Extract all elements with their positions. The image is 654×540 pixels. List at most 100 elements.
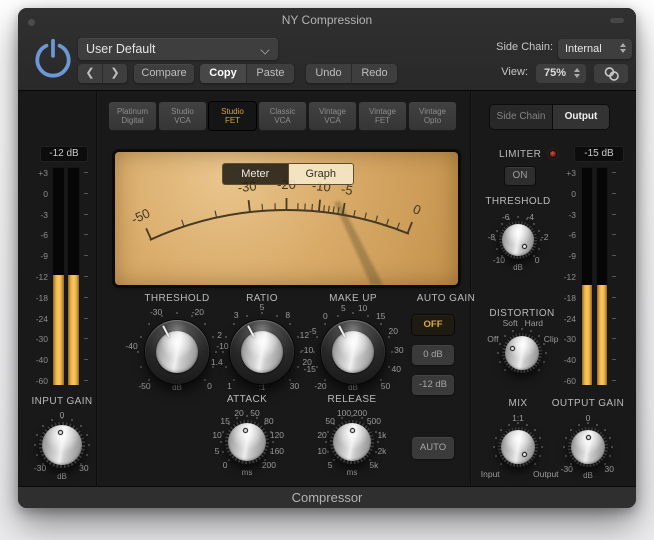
knob-tick-dot (504, 335, 506, 337)
knob-tick-dot (222, 351, 224, 353)
knob-tick-dot (212, 366, 214, 368)
meter-tick (612, 234, 616, 235)
meter-scale-label: +3 (28, 168, 48, 178)
meter-scale-label: -30 (556, 334, 576, 344)
tab-vintage-opto[interactable]: VintageOpto (408, 101, 457, 131)
knob-tick-dot (261, 312, 263, 314)
ratio-knob[interactable] (230, 320, 294, 384)
tab-studio-fet[interactable]: StudioFET (208, 101, 257, 131)
ratio-scale-label: 5 (245, 302, 279, 312)
paste-button[interactable]: Paste (246, 64, 294, 83)
plugin-name-bar: Compressor (18, 486, 636, 508)
vu-tick (386, 219, 388, 226)
knob-tick-dot (246, 415, 248, 417)
side-chain-dropdown[interactable]: Internal (558, 39, 632, 59)
tab-platinum-digital[interactable]: PlatinumDigital (108, 101, 157, 131)
auto-gain-minus12db-button[interactable]: -12 dB (412, 375, 454, 395)
meter-tick (84, 234, 88, 235)
meter-scale-label: -12 (556, 272, 576, 282)
knob-tick-dot (517, 216, 519, 218)
tab-classic-vca[interactable]: ClassicVCA (258, 101, 307, 131)
release-knob[interactable] (330, 420, 374, 464)
makeup-scale-label: 20 (376, 326, 410, 336)
threshold-knob[interactable] (145, 320, 209, 384)
makeup-scale-label: 10 (346, 303, 380, 313)
knob-tick-dot (137, 351, 139, 353)
tab-vintage-vca[interactable]: VintageVCA (308, 101, 357, 131)
limiter-on-button[interactable]: ON (504, 166, 536, 186)
makeup-knob[interactable] (321, 320, 385, 384)
auto-release-button[interactable]: AUTO (412, 437, 454, 459)
input-gain-label: INPUT GAIN (7, 396, 117, 407)
knob-tick-dot (497, 352, 499, 354)
knob-tick-dot (530, 330, 532, 332)
preset-dropdown[interactable]: User Default (78, 38, 278, 60)
knob-tick-dot (543, 361, 545, 363)
meter-tick (84, 297, 88, 298)
knob-tick-dot (388, 336, 390, 338)
knob-tick-dot (565, 437, 567, 439)
meter-scale-label: -60 (28, 376, 48, 386)
knob-tick-dot (313, 351, 315, 353)
toolbar: ❮ ❯ Compare Copy Paste Undo Redo View: 7… (18, 64, 636, 84)
tab-label: Vintage (369, 107, 396, 116)
view-label: View: (438, 66, 528, 78)
view-zoom-value: 75% (544, 67, 566, 79)
view-zoom-stepper[interactable]: 75% (536, 64, 586, 83)
knob-tick-dot (80, 463, 82, 465)
vu-tick (146, 228, 151, 239)
auto-gain-0db-button[interactable]: 0 dB (412, 345, 454, 365)
meter-bar (581, 167, 593, 386)
meter-tick (84, 276, 88, 277)
next-preset-button[interactable]: ❯ (102, 64, 127, 83)
vu-tick (408, 222, 412, 233)
link-button[interactable] (594, 64, 628, 83)
meter-bar (67, 167, 80, 386)
vu-tick (215, 211, 216, 218)
distortion-scale-label: Soft (493, 318, 527, 328)
limiter-threshold-knob[interactable] (499, 221, 537, 259)
output-gain-knob[interactable] (568, 427, 608, 467)
attack-scale-label: 20 (222, 408, 256, 418)
undo-button[interactable]: Undo (306, 64, 351, 83)
knob-tick-dot (499, 361, 501, 363)
meter-scale-label: 0 (28, 189, 48, 199)
knob-tick-dot (80, 425, 82, 427)
auto-gain-off-button[interactable]: OFF (412, 315, 454, 335)
compare-button[interactable]: Compare (134, 64, 194, 83)
knob-tick-dot (391, 351, 393, 353)
side-chain-value: Internal (565, 43, 602, 55)
redo-button[interactable]: Redo (351, 64, 397, 83)
knob-tick-dot (88, 444, 90, 446)
knob-tick-dot (538, 335, 540, 337)
meter-tick (612, 255, 616, 256)
meter-tab[interactable]: Meter (223, 164, 288, 184)
toggle-output[interactable]: Output (552, 105, 609, 129)
circuit-type-tabs: PlatinumDigitalStudioVCAStudioFETClassic… (108, 101, 457, 131)
knob-tick-dot (526, 424, 528, 426)
mix-knob[interactable] (498, 427, 538, 467)
input-gain-knob[interactable] (39, 422, 85, 468)
tab-studio-vca[interactable]: StudioVCA (158, 101, 207, 131)
mix-scale-label: 1:1 (501, 413, 535, 423)
knob-tick-dot (375, 431, 377, 433)
tab-label: VCA (324, 116, 340, 125)
toggle-side-chain[interactable]: Side Chain (490, 105, 552, 129)
copy-button[interactable]: Copy (200, 64, 246, 83)
graph-tab[interactable]: Graph (288, 164, 354, 184)
threshold-scale-label: -40 (115, 341, 149, 351)
knob-tick-dot (300, 351, 302, 353)
attack-knob[interactable] (225, 420, 269, 464)
output-gain-scale-label: -30 (550, 464, 584, 474)
knob-tick-dot (540, 239, 542, 241)
knob-tick-dot (36, 434, 38, 436)
window-control-dash[interactable] (610, 18, 624, 23)
vu-tick (312, 204, 313, 211)
knob-tick-dot (609, 455, 611, 457)
meter-tick (612, 318, 616, 319)
knob-tick-dot (246, 315, 248, 317)
prev-preset-button[interactable]: ❮ (78, 64, 102, 83)
distortion-knob[interactable] (502, 333, 542, 373)
mix-label: MIX (463, 398, 573, 409)
tab-vintage-fet[interactable]: VintageFET (358, 101, 407, 131)
